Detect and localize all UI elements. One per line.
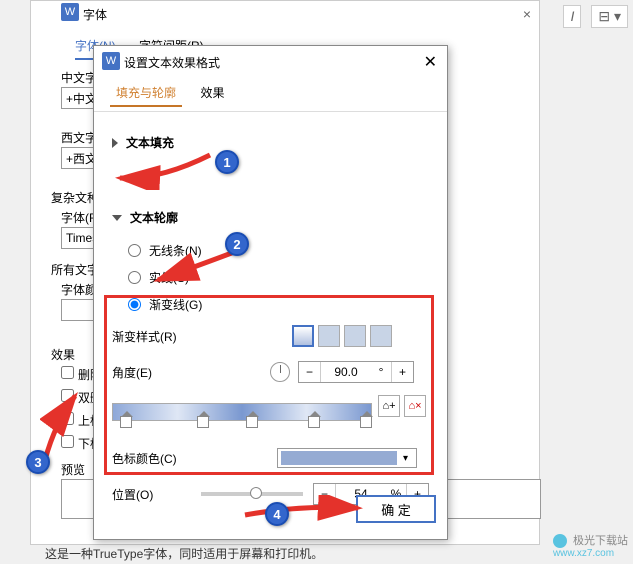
- stop-color-label: 色标颜色(C): [112, 450, 192, 467]
- text-effects-dialog: W 设置文本效果格式 ✕ 填充与轮廓 效果 文本填充 文本轮廓 无线条(N) 实…: [93, 45, 448, 540]
- angle-plus[interactable]: +: [391, 362, 413, 382]
- effects-label: 效果: [51, 346, 75, 363]
- angle-value[interactable]: 90.0: [321, 362, 371, 382]
- callout-1: 1: [215, 150, 239, 174]
- italic-icon[interactable]: I: [563, 5, 581, 28]
- radio-solid-line[interactable]: 实线(S): [128, 269, 429, 286]
- close-button[interactable]: ✕: [424, 52, 437, 72]
- preview-label: 预览: [61, 461, 85, 478]
- remove-stop-icon[interactable]: ⌂×: [404, 395, 426, 417]
- grad-style-2[interactable]: [318, 325, 340, 347]
- stop-color-picker[interactable]: ▾: [277, 448, 417, 468]
- tab-effects[interactable]: 效果: [194, 80, 230, 105]
- radio-no-line[interactable]: 无线条(N): [128, 242, 429, 259]
- text-fill-label: 文本填充: [126, 134, 174, 151]
- slider-thumb[interactable]: [250, 487, 262, 499]
- word-icon: W: [61, 3, 79, 21]
- ok-button[interactable]: 确 定: [356, 495, 436, 523]
- callout-3: 3: [26, 450, 50, 474]
- text-outline-label: 文本轮廓: [130, 209, 178, 226]
- callout-2: 2: [225, 232, 249, 256]
- position-slider[interactable]: [201, 492, 303, 496]
- angle-spinner[interactable]: − 90.0 ° +: [298, 361, 414, 383]
- callout-4: 4: [265, 502, 289, 526]
- grad-style-1[interactable]: [292, 325, 314, 347]
- angle-dial[interactable]: [270, 362, 290, 382]
- radio-gradient-line[interactable]: 渐变线(G): [128, 296, 429, 313]
- watermark-logo-icon: [553, 534, 567, 548]
- footer-text: 这是一种TrueType字体，同时适用于屏幕和打印机。: [45, 545, 323, 562]
- add-stop-icon[interactable]: ⌂+: [378, 395, 400, 417]
- dialog-title: 设置文本效果格式: [124, 54, 220, 71]
- section-text-outline[interactable]: 文本轮廓: [112, 209, 429, 226]
- list-icon[interactable]: ⊟ ▾: [591, 5, 628, 28]
- gradient-bar[interactable]: [112, 403, 372, 421]
- color-swatch: [281, 451, 397, 465]
- watermark-url: www.xz7.com: [553, 548, 628, 559]
- position-label: 位置(O): [112, 486, 171, 503]
- grad-stop-3[interactable]: [246, 416, 258, 428]
- angle-minus[interactable]: −: [299, 362, 321, 382]
- expand-icon: [112, 138, 118, 148]
- close-icon[interactable]: ×: [523, 6, 531, 22]
- grad-stop-4[interactable]: [308, 416, 320, 428]
- section-text-fill[interactable]: 文本填充: [112, 134, 429, 151]
- angle-unit: °: [371, 362, 391, 382]
- all-text-label: 所有文字: [51, 261, 99, 278]
- word-icon: W: [102, 52, 120, 70]
- angle-label: 角度(E): [112, 364, 192, 381]
- ribbon-fragment: I ⊟ ▾: [563, 5, 628, 28]
- gradient-style-label: 渐变样式(R): [112, 328, 192, 345]
- pos-minus[interactable]: −: [314, 484, 336, 504]
- tab-fill-outline[interactable]: 填充与轮廓: [110, 80, 182, 107]
- chevron-down-icon: ▾: [400, 453, 411, 464]
- watermark: 极光下载站 www.xz7.com: [553, 532, 628, 559]
- bg-title: 字体: [83, 6, 107, 23]
- grad-stop-1[interactable]: [120, 416, 132, 428]
- grad-stop-5[interactable]: [360, 416, 372, 428]
- watermark-name: 极光下载站: [573, 535, 628, 547]
- complex-label: 复杂文种: [51, 189, 99, 206]
- grad-style-3[interactable]: [344, 325, 366, 347]
- grad-style-4[interactable]: [370, 325, 392, 347]
- collapse-icon: [112, 215, 122, 221]
- grad-stop-2[interactable]: [197, 416, 209, 428]
